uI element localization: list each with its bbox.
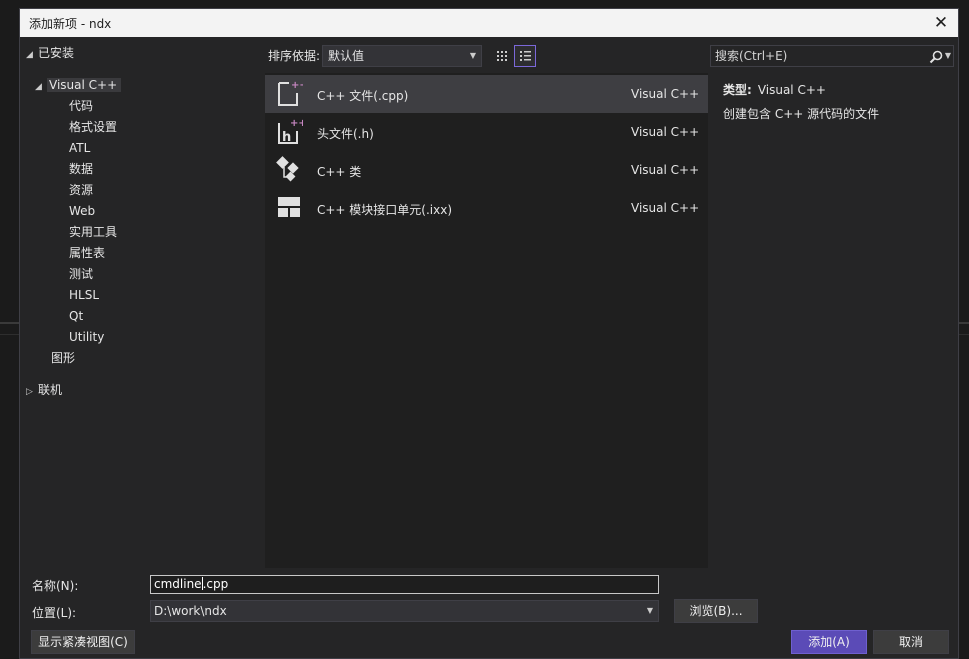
details-type-label: 类型:: [723, 83, 752, 97]
tree-item-child[interactable]: HLSL: [69, 285, 99, 306]
browse-button[interactable]: 浏览(B)...: [674, 599, 758, 623]
svg-text:++: ++: [291, 80, 303, 91]
search-icon[interactable]: [929, 50, 943, 64]
expanded-arrow-icon[interactable]: ◢: [26, 45, 38, 66]
title-bar: 添加新项 - ndx ✕: [20, 9, 958, 37]
name-value-part1: cmdline: [154, 577, 202, 591]
add-new-item-dialog: 添加新项 - ndx ✕ ◢ 已安装 ◢ Visual C++ 代码 格式设置 ATL 数…: [19, 8, 959, 659]
item-type: Visual C++: [631, 87, 700, 101]
tree-item-online-label: 联机: [38, 383, 63, 397]
tree-item-child-label: 测试: [69, 267, 94, 281]
tree-item-child[interactable]: 属性表: [69, 243, 105, 264]
tree-item-child-label: 代码: [69, 99, 94, 113]
tree-item-child[interactable]: 格式设置: [69, 117, 117, 138]
tree-item-child-label: HLSL: [69, 288, 100, 302]
item-name: 头文件(.h): [317, 127, 374, 141]
details-description: 创建包含 C++ 源代码的文件: [723, 107, 880, 121]
tree-item-child-label: Web: [69, 204, 96, 218]
tree-item-online[interactable]: ▷ 联机: [26, 380, 62, 401]
sort-label: 排序依据:: [268, 49, 321, 63]
list-item-cpp-module[interactable]: C++ 模块接口单元(.ixx) Visual C++: [265, 189, 708, 227]
name-label: 名称(N):: [32, 579, 79, 593]
window-title: 添加新项 - ndx: [29, 17, 112, 31]
tree-item-child-label: 实用工具: [69, 225, 118, 239]
tree-item-child[interactable]: Utility: [69, 327, 104, 348]
list-item-cpp-file[interactable]: ++ C++ 文件(.cpp) Visual C++: [265, 75, 708, 113]
item-type: Visual C++: [631, 201, 700, 215]
item-name: C++ 类: [317, 165, 362, 179]
item-name: C++ 文件(.cpp): [317, 89, 409, 103]
chevron-down-icon: ▼: [646, 606, 653, 615]
details-type: 类型: Visual C++: [723, 81, 826, 98]
sort-dropdown[interactable]: 默认值 ▼: [322, 45, 482, 67]
tree-item-child[interactable]: 代码: [69, 96, 93, 117]
template-list: ++ C++ 文件(.cpp) Visual C++ h ++ 头文件(.h) …: [265, 73, 708, 568]
chevron-down-icon: ▼: [469, 51, 476, 60]
list-item-cpp-class[interactable]: C++ 类 Visual C++: [265, 151, 708, 189]
list-view-button[interactable]: [514, 45, 536, 67]
tree-item-child[interactable]: ATL: [69, 138, 90, 159]
cpp-file-icon: ++: [278, 80, 303, 106]
tree-item-child-label: 数据: [69, 162, 94, 176]
list-view-icon: [520, 51, 531, 61]
tree-item-child-label: 属性表: [69, 246, 106, 260]
class-icon: [276, 156, 299, 182]
item-type: Visual C++: [631, 125, 700, 139]
tree-item-visual-cpp-label: Visual C++: [47, 78, 122, 92]
tree-item-child-label: Qt: [69, 309, 84, 323]
list-item-header-file[interactable]: h ++ 头文件(.h) Visual C++: [265, 113, 708, 151]
expanded-arrow-icon[interactable]: ◢: [35, 77, 47, 98]
search-input[interactable]: 搜索(Ctrl+E) ▼: [710, 45, 954, 67]
location-combobox[interactable]: D:\work\ndx ▼: [150, 600, 659, 622]
tree-item-child[interactable]: Qt: [69, 306, 83, 327]
grid-view-icon: [497, 51, 507, 61]
tree-item-graphics[interactable]: 图形: [51, 348, 75, 369]
tree-item-child-label: 资源: [69, 183, 94, 197]
tree-item-installed[interactable]: ◢ 已安装: [26, 43, 74, 64]
collapsed-arrow-icon[interactable]: ▷: [26, 382, 38, 403]
tree-item-visual-cpp[interactable]: ◢ Visual C++: [35, 75, 122, 98]
tree-item-child-label: 格式设置: [69, 120, 118, 134]
grid-view-button[interactable]: [491, 45, 513, 67]
add-button[interactable]: 添加(A): [791, 630, 867, 654]
tree-item-installed-label: 已安装: [38, 46, 75, 60]
tree-item-child-label: ATL: [69, 141, 91, 155]
cancel-button[interactable]: 取消: [873, 630, 949, 654]
location-label: 位置(L):: [32, 606, 77, 620]
details-type-value: Visual C++: [757, 83, 826, 97]
name-value-part2: .cpp: [202, 577, 229, 591]
name-field[interactable]: cmdline.cpp: [150, 575, 659, 594]
tree-item-child[interactable]: 测试: [69, 264, 93, 285]
tree-item-child[interactable]: 资源: [69, 180, 93, 201]
search-placeholder: 搜索(Ctrl+E): [715, 49, 788, 63]
close-icon[interactable]: ✕: [930, 13, 952, 33]
tree-item-child[interactable]: 数据: [69, 159, 93, 180]
module-icon: [278, 197, 300, 217]
svg-text:++: ++: [290, 118, 303, 129]
tree-item-child[interactable]: Web: [69, 201, 95, 222]
item-type: Visual C++: [631, 163, 700, 177]
compact-view-button[interactable]: 显示紧凑视图(C): [31, 630, 135, 654]
tree-item-graphics-label: 图形: [51, 351, 76, 365]
header-file-icon: h ++: [278, 118, 303, 145]
item-name: C++ 模块接口单元(.ixx): [317, 203, 453, 217]
svg-text:h: h: [282, 130, 291, 145]
search-options-arrow-icon[interactable]: ▼: [945, 46, 951, 66]
location-value: D:\work\ndx: [154, 604, 227, 618]
template-category-tree: ◢ 已安装 ◢ Visual C++ 代码 格式设置 ATL 数据 资源 Web 实用工具 属性表…: [20, 37, 264, 568]
tree-item-child-label: Utility: [69, 330, 105, 344]
sort-value: 默认值: [328, 49, 365, 63]
tree-item-child[interactable]: 实用工具: [69, 222, 117, 243]
